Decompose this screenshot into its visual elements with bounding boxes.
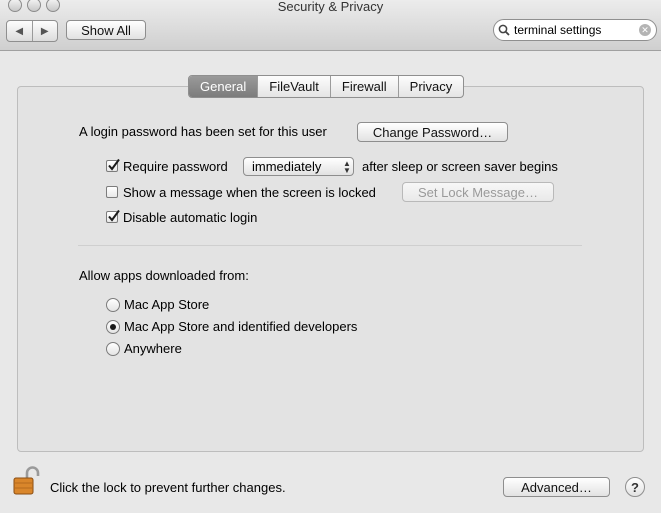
require-password-label: Require password [123,159,228,174]
window-toolbar: Security & Privacy ◀ ▶ Show All terminal… [0,0,661,51]
disable-auto-login-checkbox[interactable] [106,209,120,223]
help-button[interactable]: ? [625,477,645,497]
show-message-checkbox[interactable] [106,186,118,198]
show-all-button[interactable]: Show All [66,20,146,40]
tab-filevault[interactable]: FileVault [257,76,330,97]
lock-status-text: Click the lock to prevent further change… [50,480,286,495]
radio-anywhere-label: Anywhere [124,341,182,356]
login-password-text: A login password has been set for this u… [79,124,327,139]
require-password-delay-select[interactable]: immediately ▲ ▼ [243,157,354,176]
up-down-arrows-icon: ▲ ▼ [343,158,351,175]
radio-identified-developers-label: Mac App Store and identified developers [124,319,358,334]
back-forward-control: ◀ ▶ [6,20,58,42]
radio-mac-app-store[interactable] [106,298,120,312]
radio-identified-developers[interactable] [106,320,120,334]
search-field[interactable]: terminal settings ✕ [493,19,657,41]
show-message-label: Show a message when the screen is locked [123,185,376,200]
select-value: immediately [252,159,322,174]
checkmark-icon [108,158,120,171]
tab-privacy[interactable]: Privacy [397,76,464,97]
disable-auto-login-label: Disable automatic login [123,210,258,225]
after-sleep-text: after sleep or screen saver begins [362,159,558,174]
set-lock-message-button[interactable]: Set Lock Message… [402,182,554,202]
lock-icon[interactable] [11,465,41,497]
tab-bar: General FileVault Firewall Privacy [188,75,465,98]
radio-anywhere[interactable] [106,342,120,356]
allow-apps-heading: Allow apps downloaded from: [79,268,249,283]
window-title: Security & Privacy [277,0,384,14]
radio-mac-app-store-label: Mac App Store [124,297,210,312]
section-divider [78,245,582,246]
forward-arrow-icon[interactable]: ▶ [33,21,58,41]
tab-general[interactable]: General [189,76,258,97]
search-icon [498,24,510,36]
back-arrow-icon[interactable]: ◀ [7,21,33,41]
require-password-checkbox[interactable] [106,158,120,172]
checkmark-icon [108,209,120,222]
change-password-button[interactable]: Change Password… [357,122,508,142]
radio-selected-dot [110,324,116,330]
clear-search-icon[interactable]: ✕ [639,24,651,36]
tab-firewall[interactable]: Firewall [329,76,398,97]
advanced-button[interactable]: Advanced… [503,477,610,497]
search-input[interactable]: terminal settings [514,23,639,37]
